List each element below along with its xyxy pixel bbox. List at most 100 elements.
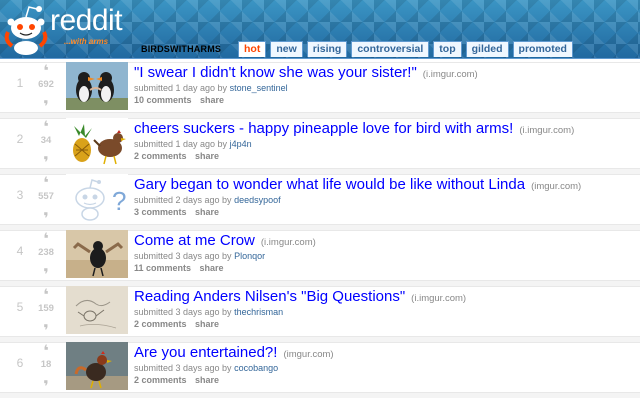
sketch-thumbnail-image [66, 286, 128, 334]
upvote-arrow-icon[interactable]: ❛ [41, 232, 51, 248]
comments-link[interactable]: 2 comments [134, 151, 187, 161]
subreddit-name[interactable]: BIRDSWITHARMS [141, 44, 221, 54]
downvote-arrow-icon[interactable]: ❛ [41, 314, 51, 331]
share-link[interactable]: share [195, 151, 219, 161]
vote-controls: ❛ 34 ❛ [34, 120, 58, 168]
downvote-arrow-icon[interactable]: ❛ [41, 90, 51, 107]
reddit-logo[interactable]: reddit ...with arms [2, 2, 130, 56]
post-title-link[interactable]: Gary began to wonder what life would be … [134, 176, 525, 193]
tab-promoted[interactable]: promoted [512, 41, 573, 57]
post-listing: 1 ❛ 692 ❛ "I swear I didn't know she was… [0, 62, 640, 398]
post-domain[interactable]: (i.imgur.com) [411, 293, 466, 304]
tab-new[interactable]: new [270, 41, 303, 57]
post-thumbnail[interactable] [66, 230, 128, 278]
post-title-link[interactable]: Are you entertained?! [134, 344, 277, 361]
logo-subtitle: ...with arms [64, 37, 109, 46]
tab-gilded[interactable]: gilded [465, 41, 509, 57]
post-entry: Are you entertained?! (imgur.com) submitt… [134, 344, 634, 385]
post-author-link[interactable]: stone_sentinel [230, 83, 288, 93]
post-thumbnail[interactable] [66, 342, 128, 390]
downvote-arrow-icon[interactable]: ❛ [41, 370, 51, 387]
post-item: 2 ❛ 34 ❛ cheers suckers - happy pineappl… [0, 118, 640, 174]
post-tagline: submitted 3 days ago by cocobango [134, 363, 279, 373]
comments-link[interactable]: 2 comments [134, 375, 187, 385]
share-link[interactable]: share [195, 207, 219, 217]
post-domain[interactable]: (imgur.com) [531, 181, 581, 192]
post-score: 557 [38, 191, 54, 202]
post-rank: 1 [16, 76, 24, 90]
post-author-link[interactable]: Plonqor [234, 251, 265, 261]
tab-hot[interactable]: hot [238, 41, 267, 57]
post-author-link[interactable]: j4p4n [230, 139, 252, 149]
post-score: 34 [40, 135, 52, 146]
share-link[interactable]: share [200, 95, 224, 105]
post-tagline: submitted 1 day ago by stone_sentinel [134, 83, 288, 93]
tab-top[interactable]: top [433, 41, 462, 57]
post-rank: 6 [16, 356, 24, 370]
post-thumbnail[interactable] [66, 62, 128, 110]
post-tagline: submitted 3 days ago by Plonqor [134, 251, 266, 261]
comments-link[interactable]: 3 comments [134, 207, 187, 217]
comments-link[interactable]: 10 comments [134, 95, 192, 105]
rooster-thumbnail-image [66, 342, 128, 390]
comments-link[interactable]: 2 comments [134, 319, 187, 329]
pineapple-thumbnail-image [66, 118, 128, 166]
share-link[interactable]: share [200, 263, 224, 273]
downvote-arrow-icon[interactable]: ❛ [41, 146, 51, 163]
post-tagline: submitted 1 day ago by j4p4n [134, 139, 252, 149]
vote-controls: ❛ 557 ❛ [34, 176, 58, 224]
tab-rising[interactable]: rising [306, 41, 348, 57]
downvote-arrow-icon[interactable]: ❛ [41, 202, 51, 219]
post-author-link[interactable]: deedsypoof [234, 195, 281, 205]
post-entry: Reading Anders Nilsen's "Big Questions" (… [134, 288, 634, 329]
post-title-link[interactable]: "I swear I didn't know she was your sist… [134, 64, 417, 81]
post-tagline: submitted 3 days ago by thechrisman [134, 307, 284, 317]
post-entry: "I swear I didn't know she was your sist… [134, 64, 634, 105]
post-title-link[interactable]: cheers suckers - happy pineapple love fo… [134, 120, 513, 137]
post-score: 159 [38, 303, 54, 314]
tab-controversial[interactable]: controversial [351, 41, 430, 57]
post-rank: 5 [16, 300, 24, 314]
puffins-thumbnail-image [66, 62, 128, 110]
post-title-link[interactable]: Come at me Crow [134, 232, 255, 249]
site-header: reddit ...with arms BIRDSWITHARMS hot ne… [0, 0, 640, 59]
post-author-link[interactable]: cocobango [234, 363, 278, 373]
share-link[interactable]: share [195, 375, 219, 385]
vote-controls: ❛ 18 ❛ [34, 344, 58, 392]
post-score: 238 [38, 247, 54, 258]
post-domain[interactable]: (i.imgur.com) [261, 237, 316, 248]
vote-controls: ❛ 159 ❛ [34, 288, 58, 336]
post-item: 1 ❛ 692 ❛ "I swear I didn't know she was… [0, 62, 640, 118]
post-domain[interactable]: (imgur.com) [283, 349, 333, 360]
vote-controls: ❛ 692 ❛ [34, 64, 58, 112]
sort-tabs: hot new rising controversial top gilded … [238, 41, 573, 57]
downvote-arrow-icon[interactable]: ❛ [41, 258, 51, 275]
post-score: 692 [38, 79, 54, 90]
post-entry: Gary began to wonder what life would be … [134, 176, 634, 217]
post-thumbnail[interactable] [66, 118, 128, 166]
post-rank: 4 [16, 244, 24, 258]
comments-link[interactable]: 11 comments [134, 263, 191, 273]
upvote-arrow-icon[interactable]: ❛ [41, 288, 51, 304]
post-item: 5 ❛ 159 ❛ Reading Anders Nilsen's "Big Q… [0, 286, 640, 342]
post-thumbnail[interactable] [66, 286, 128, 334]
post-buttons: 10 comments share [134, 95, 634, 105]
vote-controls: ❛ 238 ❛ [34, 232, 58, 280]
upvote-arrow-icon[interactable]: ❛ [41, 344, 51, 360]
post-item: 3 ❛ 557 ❛ ? Gary began to wonder what li… [0, 174, 640, 230]
share-link[interactable]: share [195, 319, 219, 329]
post-buttons: 11 comments share [134, 263, 634, 273]
upvote-arrow-icon[interactable]: ❛ [41, 176, 51, 192]
post-rank: 2 [16, 132, 24, 146]
post-buttons: 2 comments share [134, 151, 634, 161]
snoo-mascot-icon [4, 6, 48, 55]
upvote-arrow-icon[interactable]: ❛ [41, 120, 51, 136]
post-thumbnail[interactable]: ? [66, 174, 128, 222]
upvote-arrow-icon[interactable]: ❛ [41, 64, 51, 80]
post-domain[interactable]: (i.imgur.com) [519, 125, 574, 136]
post-domain[interactable]: (i.imgur.com) [423, 69, 478, 80]
post-tagline: submitted 2 days ago by deedsypoof [134, 195, 281, 205]
post-item: 4 ❛ 238 ❛ Come at me Crow (i.imgur.com) s… [0, 230, 640, 286]
post-author-link[interactable]: thechrisman [234, 307, 283, 317]
post-title-link[interactable]: Reading Anders Nilsen's "Big Questions" [134, 288, 405, 305]
